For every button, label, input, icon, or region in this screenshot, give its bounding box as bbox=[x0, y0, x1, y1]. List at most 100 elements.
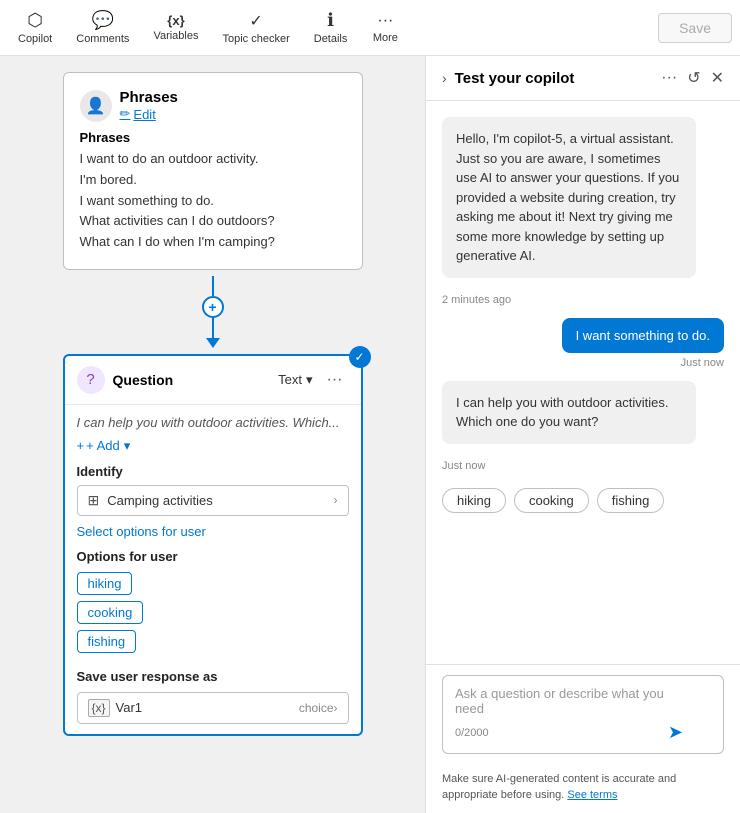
var-name: Var1 bbox=[116, 700, 295, 715]
disclaimer: Make sure AI-generated content is accura… bbox=[426, 764, 740, 813]
variables-icon: {x} bbox=[167, 13, 184, 28]
topic-checker-icon: ✓ bbox=[249, 11, 262, 31]
send-button[interactable]: ➤ bbox=[668, 722, 683, 743]
toolbar-details[interactable]: ℹ Details bbox=[304, 4, 358, 51]
option-btn-cooking[interactable]: cooking bbox=[514, 488, 589, 513]
var-type: choice bbox=[299, 701, 334, 715]
right-panel-header: › Test your copilot ··· ↺ ✕ bbox=[426, 56, 740, 101]
toolbar-variables[interactable]: {x} Variables bbox=[143, 7, 208, 48]
toolbar-comments[interactable]: 💬 Comments bbox=[66, 4, 139, 51]
comments-icon: 💬 bbox=[92, 10, 114, 31]
phrase-line-4: What activities can I do outdoors? bbox=[80, 211, 346, 232]
question-card-header: ? Question Text ▾ ··· bbox=[65, 356, 361, 405]
phrases-list: I want to do an outdoor activity. I'm bo… bbox=[80, 149, 346, 253]
char-count: 0/2000 bbox=[455, 727, 489, 739]
save-button[interactable]: Save bbox=[658, 13, 732, 43]
question-icon: ? bbox=[77, 366, 105, 394]
question-body: I can help you with outdoor activities. … bbox=[65, 405, 361, 734]
connector-line-bottom bbox=[212, 318, 214, 338]
type-selector[interactable]: Text ▾ bbox=[278, 372, 312, 388]
refresh-button[interactable]: ↺ bbox=[687, 68, 700, 88]
disclaimer-link[interactable]: See terms bbox=[567, 789, 617, 801]
identify-chevron-icon: › bbox=[334, 493, 338, 507]
option-btn-hiking[interactable]: hiking bbox=[442, 488, 506, 513]
phrases-card-title: Phrases bbox=[120, 89, 178, 106]
question-title: Question bbox=[113, 372, 271, 388]
right-panel: › Test your copilot ··· ↺ ✕ Hello, I'm c… bbox=[425, 56, 740, 813]
bot-reply-time: Just now bbox=[442, 460, 724, 472]
bot-reply-message: I can help you with outdoor activities. … bbox=[442, 381, 696, 444]
toolbar-copilot[interactable]: ⬡ Copilot bbox=[8, 4, 62, 51]
save-row-chevron-icon: › bbox=[334, 701, 338, 715]
question-preview: I can help you with outdoor activities. … bbox=[77, 415, 349, 430]
plus-icon: + bbox=[77, 438, 85, 453]
chat-input-area: Ask a question or describe what you need… bbox=[426, 664, 740, 764]
options-label: Options for user bbox=[77, 549, 349, 564]
identify-text: Camping activities bbox=[107, 493, 333, 508]
connector: + bbox=[202, 276, 224, 348]
chat-input-footer: 0/2000 ➤ bbox=[455, 722, 683, 743]
question-card: ? Question Text ▾ ··· ✓ I can help you w… bbox=[63, 354, 363, 736]
toolbar-topic-checker-label: Topic checker bbox=[222, 33, 289, 45]
add-chevron-icon: ▾ bbox=[124, 438, 131, 454]
toolbar-variables-label: Variables bbox=[153, 30, 198, 42]
disclaimer-text: Make sure AI-generated content is accura… bbox=[442, 773, 676, 800]
toolbar-more[interactable]: ··· More bbox=[361, 6, 409, 50]
var-icon: {x} bbox=[88, 699, 110, 717]
phrase-line-1: I want to do an outdoor activity. bbox=[80, 149, 346, 170]
add-node-button[interactable]: + bbox=[202, 296, 224, 318]
right-panel-title: Test your copilot bbox=[455, 70, 654, 87]
option-hiking[interactable]: hiking bbox=[77, 572, 133, 595]
type-label: Text bbox=[278, 372, 302, 387]
phrase-line-2: I'm bored. bbox=[80, 170, 346, 191]
phrases-body-title: Phrases bbox=[80, 130, 346, 145]
user-message-wrap: I want something to do. Just now bbox=[442, 318, 724, 369]
main-area: 👤 Phrases ✏ Edit Phrases I want to do an… bbox=[0, 56, 740, 813]
edit-pencil-icon: ✏ bbox=[120, 106, 131, 122]
user-message-time: Just now bbox=[681, 357, 724, 369]
phrases-card-header: 👤 Phrases ✏ Edit bbox=[80, 89, 346, 122]
question-badge: ✓ bbox=[349, 346, 371, 368]
toolbar-details-label: Details bbox=[314, 33, 348, 45]
option-fishing[interactable]: fishing bbox=[77, 630, 137, 653]
user-message: I want something to do. bbox=[562, 318, 724, 353]
copilot-icon: ⬡ bbox=[27, 10, 43, 31]
select-options-link[interactable]: Select options for user bbox=[77, 524, 349, 539]
back-arrow-icon[interactable]: › bbox=[442, 70, 447, 86]
identify-row[interactable]: ⊞ Camping activities › bbox=[77, 485, 349, 516]
toolbar-comments-label: Comments bbox=[76, 33, 129, 45]
connector-line-top bbox=[212, 276, 214, 296]
toolbar-copilot-label: Copilot bbox=[18, 33, 52, 45]
phrase-line-3: I want something to do. bbox=[80, 191, 346, 212]
chat-area: Hello, I'm copilot-5, a virtual assistan… bbox=[426, 101, 740, 664]
toolbar-more-label: More bbox=[373, 32, 398, 44]
details-icon: ℹ bbox=[327, 10, 334, 31]
toolbar: ⬡ Copilot 💬 Comments {x} Variables ✓ Top… bbox=[0, 0, 740, 56]
chat-input-box: Ask a question or describe what you need… bbox=[442, 675, 724, 754]
options-tags: hiking cooking fishing bbox=[77, 572, 349, 659]
more-icon: ··· bbox=[377, 12, 393, 30]
phrases-icon: 👤 bbox=[80, 90, 112, 122]
option-btn-fishing[interactable]: fishing bbox=[597, 488, 665, 513]
close-button[interactable]: ✕ bbox=[711, 68, 724, 88]
check-icon: ✓ bbox=[354, 350, 364, 364]
question-more-button[interactable]: ··· bbox=[321, 369, 349, 391]
connector-arrow bbox=[206, 338, 220, 348]
right-header-actions: ··· ↺ ✕ bbox=[661, 68, 724, 88]
table-icon: ⊞ bbox=[88, 492, 100, 509]
chevron-down-icon: ▾ bbox=[306, 372, 313, 388]
phrases-edit-link[interactable]: ✏ Edit bbox=[120, 106, 178, 122]
bot-intro-time: 2 minutes ago bbox=[442, 294, 724, 306]
identify-label: Identify bbox=[77, 464, 349, 479]
save-response-label: Save user response as bbox=[77, 669, 349, 684]
left-panel: 👤 Phrases ✏ Edit Phrases I want to do an… bbox=[0, 56, 425, 813]
bot-intro-message: Hello, I'm copilot-5, a virtual assistan… bbox=[442, 117, 696, 278]
add-button[interactable]: + + Add ▾ bbox=[77, 438, 349, 454]
option-buttons: hiking cooking fishing bbox=[442, 488, 724, 513]
option-cooking[interactable]: cooking bbox=[77, 601, 144, 624]
more-options-button[interactable]: ··· bbox=[661, 68, 677, 88]
toolbar-topic-checker[interactable]: ✓ Topic checker bbox=[212, 5, 299, 51]
chat-input-placeholder[interactable]: Ask a question or describe what you need bbox=[455, 686, 683, 716]
save-response-row[interactable]: {x} Var1 choice › bbox=[77, 692, 349, 724]
phrase-line-5: What can I do when I'm camping? bbox=[80, 232, 346, 253]
